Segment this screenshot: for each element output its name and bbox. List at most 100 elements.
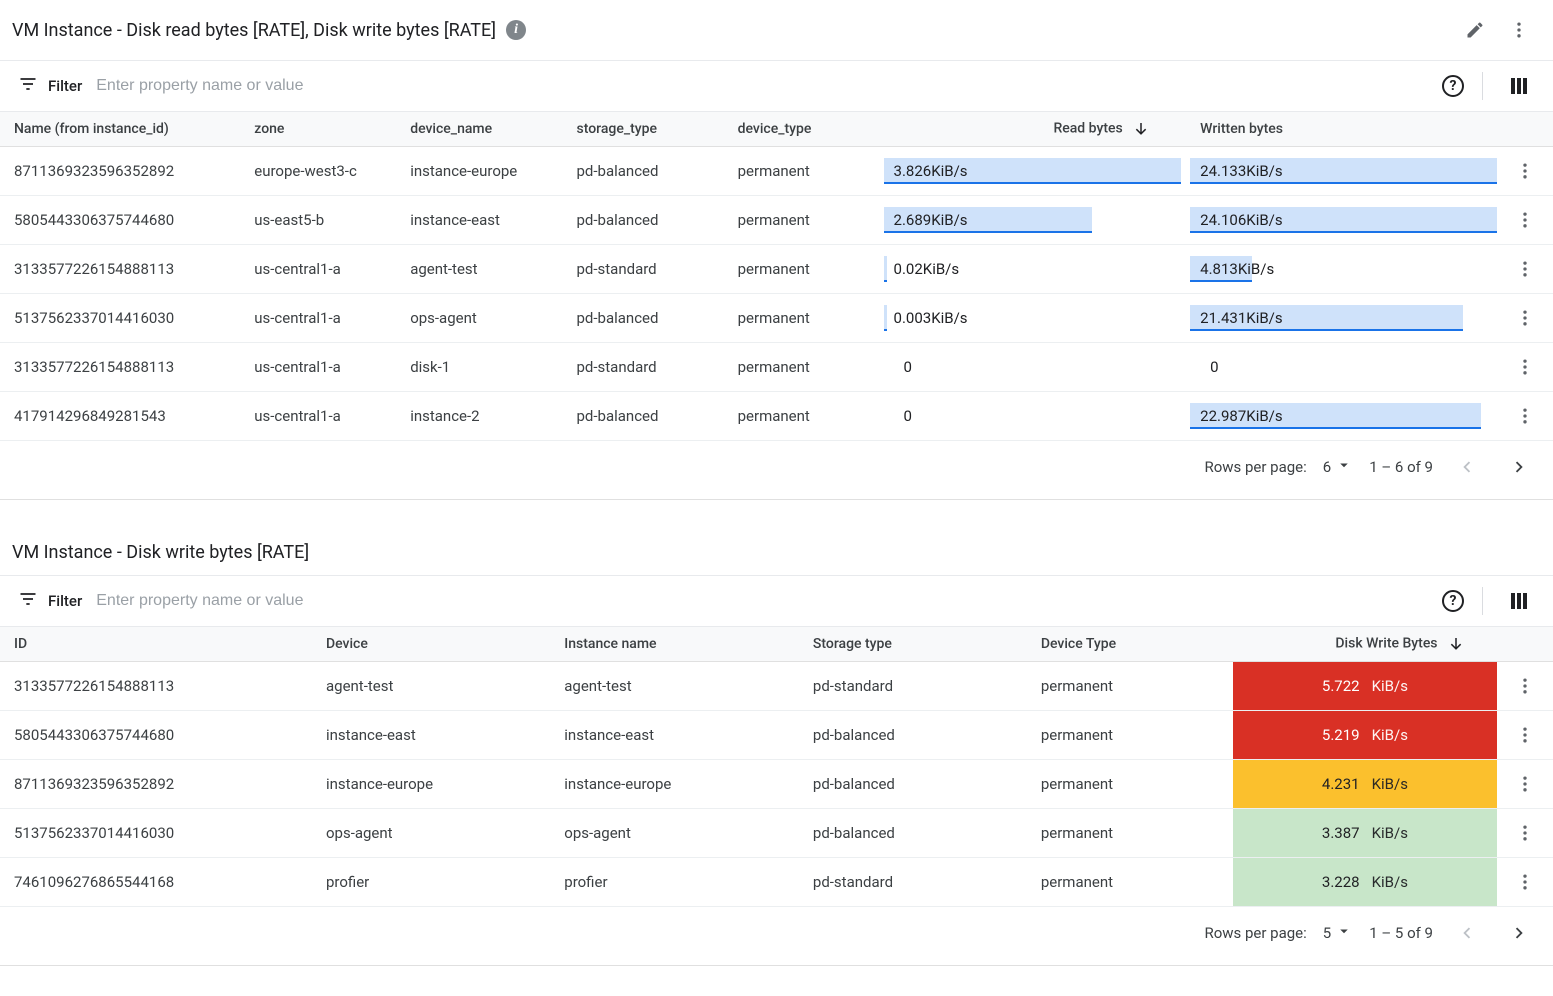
metric-value: 0 xyxy=(894,407,912,425)
cell-device-name: disk-1 xyxy=(400,343,566,392)
panel-title-text: VM Instance - Disk write bytes [RATE] xyxy=(12,542,309,563)
help-icon[interactable]: ? xyxy=(1442,590,1464,612)
help-icon[interactable]: ? xyxy=(1442,75,1464,97)
row-menu-button[interactable] xyxy=(1507,202,1543,238)
cell-zone: us-central1-a xyxy=(244,343,400,392)
cell-device-name: ops-agent xyxy=(400,294,566,343)
row-menu-button[interactable] xyxy=(1507,668,1543,704)
cell-actions xyxy=(1497,392,1553,441)
metric-bar-cell: 0.003KiB/s xyxy=(884,294,1191,343)
cell-id: 5805443306375744680 xyxy=(0,711,316,760)
more-vert-icon xyxy=(1515,161,1535,181)
filter-bar: Filter ? xyxy=(0,576,1553,627)
filter-list-icon xyxy=(18,74,38,98)
table-row[interactable]: 417914296849281543us-central1-ainstance-… xyxy=(0,392,1553,441)
panel-header: VM Instance - Disk write bytes [RATE] xyxy=(0,530,1553,576)
row-menu-button[interactable] xyxy=(1507,300,1543,336)
row-menu-button[interactable] xyxy=(1507,398,1543,434)
metric-value: 4.231 xyxy=(1322,775,1360,793)
col-id[interactable]: ID xyxy=(0,627,316,662)
filter-input[interactable] xyxy=(92,582,1432,620)
metric-bar-cell: 0 xyxy=(1190,343,1497,392)
table-row[interactable]: 5805443306375744680instance-eastinstance… xyxy=(0,711,1553,760)
cell-device-type: permanent xyxy=(1031,858,1233,907)
col-read-bytes[interactable]: Read bytes xyxy=(884,112,1191,147)
edit-button[interactable] xyxy=(1457,12,1493,48)
table-row[interactable]: 7461096276865544168profierprofierpd-stan… xyxy=(0,858,1553,907)
table-row[interactable]: 8711369323596352892instance-europeinstan… xyxy=(0,760,1553,809)
cell-actions xyxy=(1497,662,1553,711)
filter-input[interactable] xyxy=(92,67,1432,105)
cell-device-type: permanent xyxy=(728,343,884,392)
cell-zone: europe-west3-c xyxy=(244,147,400,196)
pagination-1: Rows per page: 6 1 – 6 of 9 xyxy=(0,441,1553,499)
table-row[interactable]: 3133577226154888113agent-testagent-testp… xyxy=(0,662,1553,711)
prev-page-button[interactable] xyxy=(1449,449,1485,485)
metric-value: 24.133KiB/s xyxy=(1190,162,1282,180)
metric-bar-cell: 2.689KiB/s xyxy=(884,196,1191,245)
panel-write: VM Instance - Disk write bytes [RATE] Fi… xyxy=(0,530,1553,966)
next-page-button[interactable] xyxy=(1501,915,1537,951)
row-menu-button[interactable] xyxy=(1507,815,1543,851)
more-options-button[interactable] xyxy=(1501,12,1537,48)
row-menu-button[interactable] xyxy=(1507,717,1543,753)
cell-storage-type: pd-balanced xyxy=(567,294,728,343)
rows-per-page-label: Rows per page: xyxy=(1204,924,1306,942)
row-menu-button[interactable] xyxy=(1507,251,1543,287)
table-header-row: Name (from instance_id) zone device_name… xyxy=(0,112,1553,147)
table-row[interactable]: 5137562337014416030us-central1-aops-agen… xyxy=(0,294,1553,343)
prev-page-button[interactable] xyxy=(1449,915,1485,951)
sort-desc-icon xyxy=(1132,120,1150,138)
col-device-type[interactable]: device_type xyxy=(728,112,884,147)
rows-per-page-select[interactable]: 6 xyxy=(1323,456,1353,478)
row-menu-button[interactable] xyxy=(1507,153,1543,189)
pagination-range: 1 – 5 of 9 xyxy=(1369,924,1433,942)
metric-value: 21.431KiB/s xyxy=(1190,309,1282,327)
cell-id: 8711369323596352892 xyxy=(0,760,316,809)
col-zone[interactable]: zone xyxy=(244,112,400,147)
cell-actions xyxy=(1497,809,1553,858)
cell-id: 7461096276865544168 xyxy=(0,858,316,907)
col-device-type[interactable]: Device Type xyxy=(1031,627,1233,662)
cell-actions xyxy=(1497,147,1553,196)
cell-storage-type: pd-standard xyxy=(567,245,728,294)
table-row[interactable]: 5137562337014416030ops-agentops-agentpd-… xyxy=(0,809,1553,858)
row-menu-button[interactable] xyxy=(1507,349,1543,385)
table-row[interactable]: 3133577226154888113us-central1-adisk-1pd… xyxy=(0,343,1553,392)
cell-id: 5137562337014416030 xyxy=(0,809,316,858)
sort-desc-icon xyxy=(1447,635,1465,653)
table-row[interactable]: 8711369323596352892europe-west3-cinstanc… xyxy=(0,147,1553,196)
more-vert-icon xyxy=(1509,20,1529,40)
col-storage-type[interactable]: Storage type xyxy=(803,627,1031,662)
rows-per-page-select[interactable]: 5 xyxy=(1323,922,1353,944)
column-settings-button[interactable] xyxy=(1501,68,1537,104)
pagination-2: Rows per page: 5 1 – 5 of 9 xyxy=(0,907,1553,965)
more-vert-icon xyxy=(1515,308,1535,328)
table-row[interactable]: 3133577226154888113us-central1-aagent-te… xyxy=(0,245,1553,294)
cell-zone: us-central1-a xyxy=(244,245,400,294)
cell-storage-type: pd-standard xyxy=(803,858,1031,907)
row-menu-button[interactable] xyxy=(1507,864,1543,900)
cell-instance-name: instance-europe xyxy=(554,760,803,809)
cell-zone: us-central1-a xyxy=(244,392,400,441)
col-instance-name[interactable]: Instance name xyxy=(554,627,803,662)
info-icon[interactable]: i xyxy=(506,20,526,40)
metric-value: 0.02KiB/s xyxy=(884,260,960,278)
rows-per-page-label: Rows per page: xyxy=(1204,458,1306,476)
cell-actions xyxy=(1497,858,1553,907)
col-device-name[interactable]: device_name xyxy=(400,112,566,147)
more-vert-icon xyxy=(1515,774,1535,794)
row-menu-button[interactable] xyxy=(1507,766,1543,802)
column-settings-button[interactable] xyxy=(1501,583,1537,619)
col-device[interactable]: Device xyxy=(316,627,554,662)
cell-device-type: permanent xyxy=(728,245,884,294)
cell-actions xyxy=(1497,196,1553,245)
col-storage-type[interactable]: storage_type xyxy=(567,112,728,147)
cell-instance-name: ops-agent xyxy=(554,809,803,858)
col-disk-write[interactable]: Disk Write Bytes xyxy=(1233,627,1497,662)
table-row[interactable]: 5805443306375744680us-east5-binstance-ea… xyxy=(0,196,1553,245)
col-name[interactable]: Name (from instance_id) xyxy=(0,112,244,147)
divider xyxy=(1482,72,1483,100)
next-page-button[interactable] xyxy=(1501,449,1537,485)
col-written-bytes[interactable]: Written bytes xyxy=(1190,112,1497,147)
